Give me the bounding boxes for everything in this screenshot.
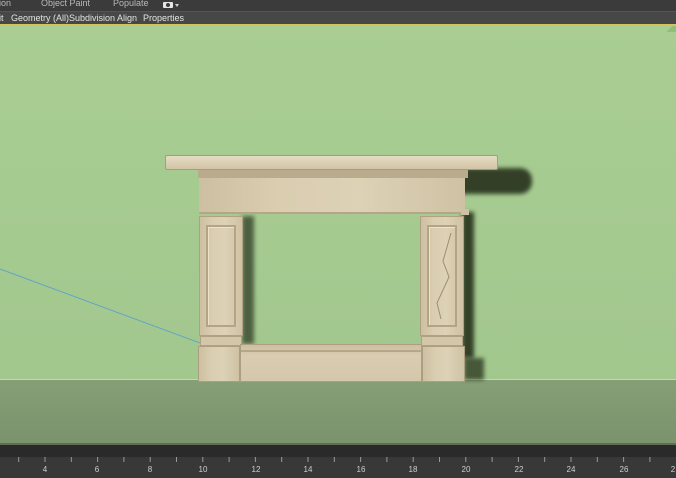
left-plinth-molding [200,336,242,346]
ruler-label: 26 [619,465,629,474]
menu-subdivision[interactable]: Subdivision [69,12,115,24]
ruler-label: 10 [198,465,208,474]
tab-populate[interactable]: Populate [113,0,149,8]
chevron-down-icon [175,3,179,7]
base-shadow [464,358,484,380]
viewport-options-button[interactable] [163,1,181,9]
mantel-shelf [165,155,498,170]
menu-properties[interactable]: Properties [143,12,184,24]
ruler-label: 4 [42,465,48,474]
tab-object-paint[interactable]: Object Paint [41,0,90,8]
left-pillar [199,216,243,336]
ruler-label: 6 [94,465,100,474]
hearth-step [240,344,422,382]
menu-geometry[interactable]: Geometry (All) [11,12,69,24]
frieze-molding [198,170,468,178]
ruler-label: 14 [303,465,313,474]
ruler-label: 8 [147,465,153,474]
ruler-label: 22 [514,465,524,474]
ruler-label: 18 [408,465,418,474]
frieze-return [461,209,469,215]
viewport[interactable] [0,24,676,445]
ruler-label: 16 [356,465,366,474]
marble-vein [436,232,452,320]
mantel-shelf-shadow [460,168,532,194]
menu-align[interactable]: Align [117,12,137,24]
tab-selection[interactable]: ion [0,0,11,8]
ribbon-tab-bar: ion Object Paint Populate [0,0,676,11]
left-pillar-panel [206,225,236,327]
left-opening-shadow [242,216,254,344]
menu-edit[interactable]: it [0,12,4,24]
hearth-step-edge [241,350,421,352]
ruler-label: 12 [251,465,261,474]
ruler-label: 2 [670,465,676,474]
ruler-label: 24 [566,465,576,474]
frieze-panel [199,178,465,214]
camera-icon [163,2,173,8]
ribbon-menu-bar: it Geometry (All) Subdivision Align Prop… [0,11,676,24]
right-plinth [422,346,465,382]
right-pillar [420,216,464,336]
right-plinth-molding [421,336,463,346]
ruler-label: 20 [461,465,471,474]
left-plinth [198,346,240,382]
